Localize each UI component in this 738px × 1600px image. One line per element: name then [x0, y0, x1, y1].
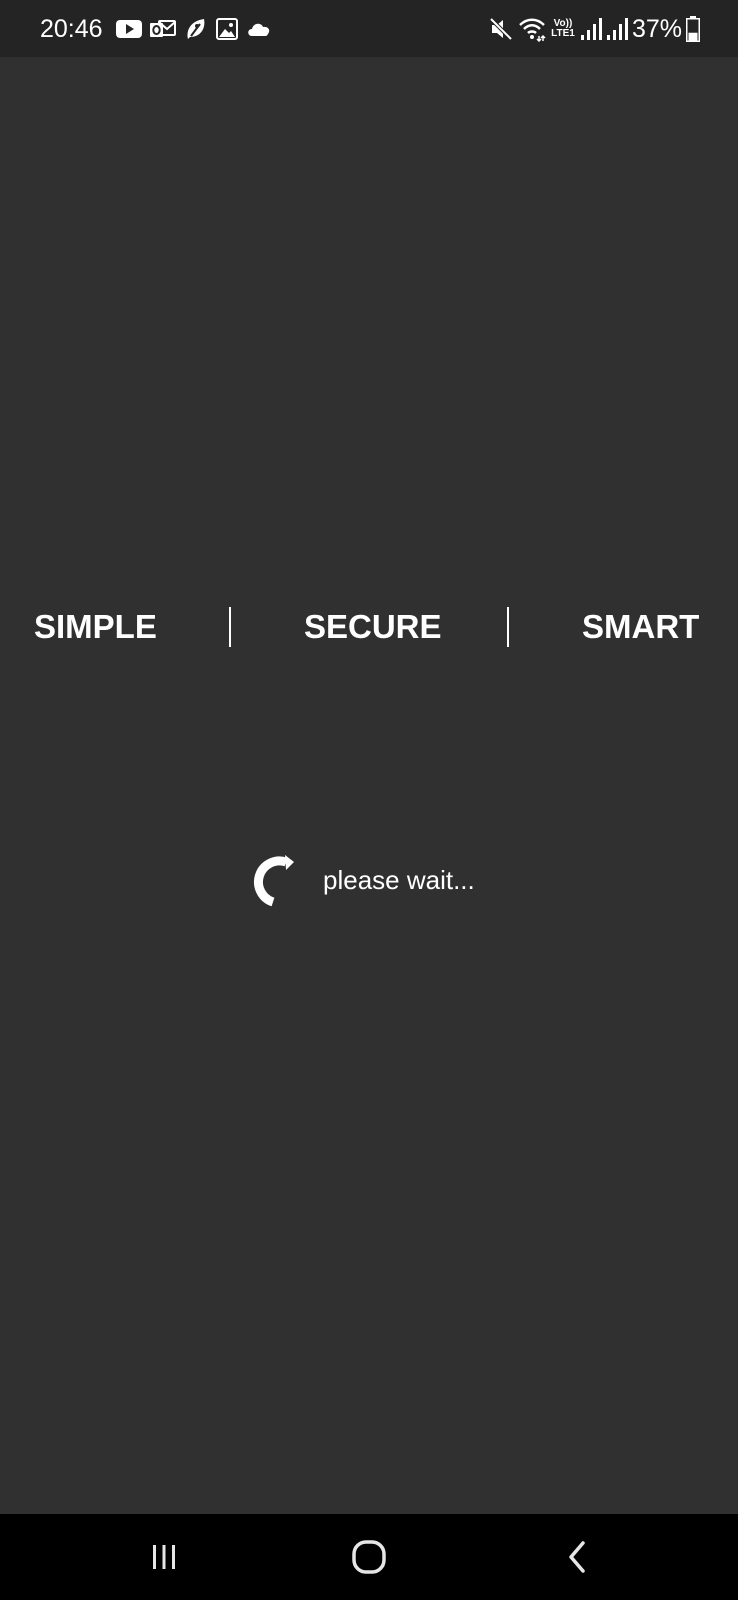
tagline-separator — [229, 607, 231, 647]
navigation-bar — [0, 1514, 738, 1600]
mute-icon — [488, 16, 514, 42]
app-leaf-icon — [184, 17, 208, 41]
notification-icons — [116, 15, 272, 43]
spinner-icon — [248, 852, 296, 908]
recent-apps-button[interactable] — [134, 1534, 194, 1580]
battery-percent: 37% — [631, 15, 682, 43]
outlook-icon — [150, 18, 176, 40]
battery-icon — [686, 16, 700, 42]
home-button[interactable] — [339, 1534, 399, 1580]
home-icon — [351, 1539, 387, 1575]
signal-icon — [580, 17, 602, 41]
tagline-smart: SMART — [582, 608, 700, 645]
gallery-icon — [216, 18, 238, 40]
volte-label: Vo)) LTE1 — [550, 19, 576, 39]
back-button[interactable] — [547, 1534, 607, 1580]
lte-text: LTE1 — [551, 28, 575, 39]
loading-message: please wait... — [323, 865, 475, 895]
signal-icon — [606, 17, 628, 41]
back-icon — [562, 1539, 592, 1575]
status-time: 20:46 — [40, 15, 103, 43]
wifi-icon — [518, 16, 546, 42]
splash-screen: 20:46 Vo)) LTE1 37% SIMPLE SECURE SMART … — [0, 0, 738, 1600]
tagline-separator — [507, 607, 509, 647]
cloud-icon — [246, 20, 272, 38]
system-status-icons: Vo)) LTE1 37% — [488, 12, 700, 46]
youtube-icon — [116, 19, 142, 39]
status-bar: 20:46 Vo)) LTE1 37% — [0, 0, 738, 57]
loading-indicator: please wait... — [248, 852, 475, 908]
recent-apps-icon — [149, 1542, 179, 1572]
tagline-secure: SECURE — [304, 608, 442, 645]
tagline: SIMPLE SECURE SMART — [0, 605, 738, 649]
tagline-simple: SIMPLE — [34, 608, 157, 645]
